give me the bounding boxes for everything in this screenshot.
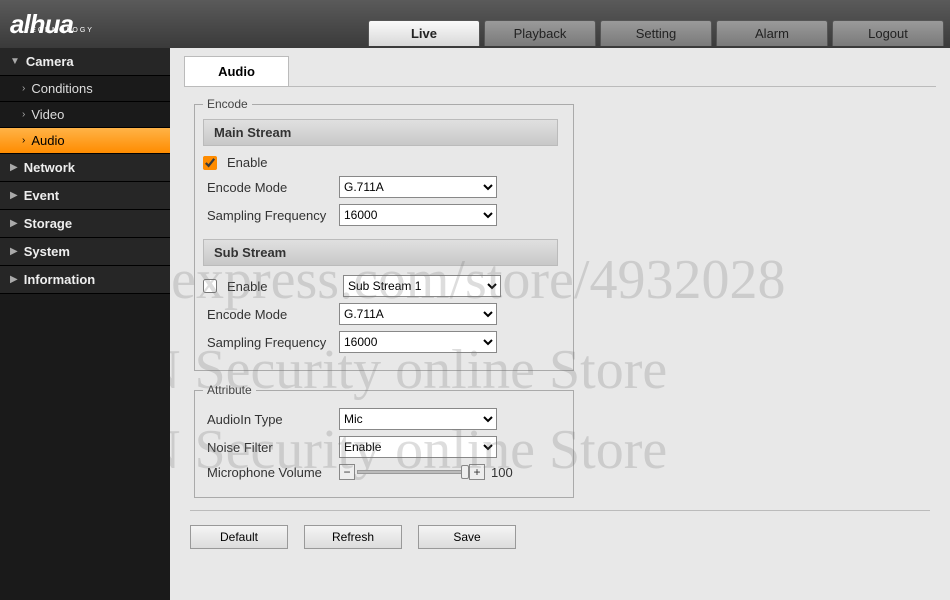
chevron-right-icon: ▶ xyxy=(10,162,18,173)
encode-legend: Encode xyxy=(203,97,252,111)
attribute-fieldset: Attribute AudioIn Type Mic Noise Filter … xyxy=(194,383,574,498)
main-stream-header: Main Stream xyxy=(203,119,558,146)
audioin-type-label: AudioIn Type xyxy=(207,412,339,427)
chevron-right-icon: ▶ xyxy=(10,274,18,285)
sub-stream-select[interactable]: Sub Stream 1 xyxy=(343,275,501,297)
sidebar-item-conditions[interactable]: › Conditions xyxy=(0,76,170,102)
brand-logo: alhua TECHNOLOGY xyxy=(10,9,94,40)
tab-playback[interactable]: Playback xyxy=(484,20,596,46)
encode-fieldset: Encode Main Stream Enable Encode Mode G.… xyxy=(194,97,574,371)
audioin-type-select[interactable]: Mic xyxy=(339,408,497,430)
tab-alarm[interactable]: Alarm xyxy=(716,20,828,46)
top-tabs: Live Playback Setting Alarm Logout xyxy=(368,2,950,46)
sidebar-item-label: Audio xyxy=(31,133,64,148)
brand-name: alhua xyxy=(10,9,73,40)
main: ▼ Camera › Conditions › Video › Audio ▶ … xyxy=(0,48,950,600)
divider xyxy=(190,510,930,511)
main-sampling-select[interactable]: 16000 xyxy=(339,204,497,226)
sidebar-group-label: Information xyxy=(24,272,96,287)
chevron-down-icon: ▼ xyxy=(10,56,20,67)
content: liexpress.com/store/4932028 N Security o… xyxy=(170,48,950,600)
main-enable-label: Enable xyxy=(227,155,359,170)
brand-sub: TECHNOLOGY xyxy=(25,27,94,34)
content-tabbar: Audio xyxy=(184,56,936,87)
sidebar-group-label: Event xyxy=(24,188,59,203)
sidebar-item-audio[interactable]: › Audio xyxy=(0,128,170,154)
tab-logout[interactable]: Logout xyxy=(832,20,944,46)
main-encode-mode-label: Encode Mode xyxy=(207,180,339,195)
attribute-legend: Attribute xyxy=(203,383,256,397)
tab-setting[interactable]: Setting xyxy=(600,20,712,46)
chevron-right-icon: › xyxy=(22,135,25,146)
sidebar-group-camera[interactable]: ▼ Camera xyxy=(0,48,170,76)
default-button[interactable]: Default xyxy=(190,525,288,549)
sidebar-group-storage[interactable]: ▶ Storage xyxy=(0,210,170,238)
sub-enable-checkbox[interactable] xyxy=(203,279,217,293)
chevron-right-icon: ▶ xyxy=(10,190,18,201)
sidebar-item-label: Video xyxy=(31,107,64,122)
sidebar-group-event[interactable]: ▶ Event xyxy=(0,182,170,210)
volume-increase-button[interactable]: + xyxy=(469,464,485,480)
sidebar-group-network[interactable]: ▶ Network xyxy=(0,154,170,182)
sidebar: ▼ Camera › Conditions › Video › Audio ▶ … xyxy=(0,48,170,600)
sub-stream-header: Sub Stream xyxy=(203,239,558,266)
save-button[interactable]: Save xyxy=(418,525,516,549)
mic-volume-label: Microphone Volume xyxy=(207,465,339,480)
chevron-right-icon: › xyxy=(22,109,25,120)
sub-encode-mode-select[interactable]: G.711A xyxy=(339,303,497,325)
noise-filter-label: Noise Filter xyxy=(207,440,339,455)
main-sampling-label: Sampling Frequency xyxy=(207,208,339,223)
chevron-right-icon: › xyxy=(22,83,25,94)
sidebar-item-label: Conditions xyxy=(31,81,92,96)
refresh-button[interactable]: Refresh xyxy=(304,525,402,549)
sidebar-group-label: Camera xyxy=(26,54,74,69)
sidebar-group-label: Network xyxy=(24,160,75,175)
sub-sampling-label: Sampling Frequency xyxy=(207,335,339,350)
sub-enable-label: Enable xyxy=(227,279,343,294)
button-row: Default Refresh Save xyxy=(184,517,936,549)
sidebar-group-system[interactable]: ▶ System xyxy=(0,238,170,266)
chevron-right-icon: ▶ xyxy=(10,218,18,229)
sub-encode-mode-label: Encode Mode xyxy=(207,307,339,322)
sidebar-item-video[interactable]: › Video xyxy=(0,102,170,128)
sidebar-group-label: Storage xyxy=(24,216,72,231)
sub-sampling-select[interactable]: 16000 xyxy=(339,331,497,353)
noise-filter-select[interactable]: Enable xyxy=(339,436,497,458)
mic-volume-value: 100 xyxy=(491,465,513,480)
mic-volume-slider[interactable] xyxy=(357,470,467,474)
chevron-right-icon: ▶ xyxy=(10,246,18,257)
main-encode-mode-select[interactable]: G.711A xyxy=(339,176,497,198)
content-tab-audio[interactable]: Audio xyxy=(184,56,289,86)
slider-thumb[interactable] xyxy=(461,465,469,479)
sidebar-group-information[interactable]: ▶ Information xyxy=(0,266,170,294)
header: alhua TECHNOLOGY Live Playback Setting A… xyxy=(0,0,950,48)
sidebar-group-label: System xyxy=(24,244,70,259)
main-enable-checkbox[interactable] xyxy=(203,156,217,170)
tab-live[interactable]: Live xyxy=(368,20,480,46)
volume-decrease-button[interactable]: − xyxy=(339,464,355,480)
